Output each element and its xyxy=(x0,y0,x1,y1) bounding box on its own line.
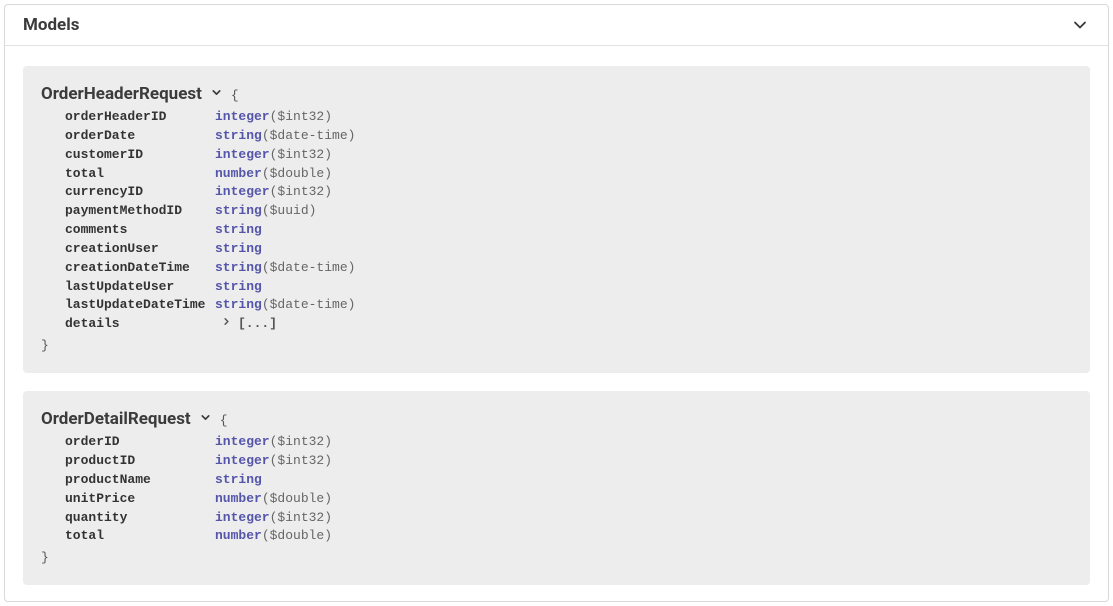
property-format: ($double) xyxy=(262,166,332,181)
property-type: string xyxy=(215,260,262,275)
close-brace: } xyxy=(41,546,1072,565)
property-row: creationDateTimestring($date-time) xyxy=(65,259,1072,278)
property-type: string xyxy=(215,241,262,256)
property-type: integer xyxy=(215,510,270,525)
property-row: productIDinteger($int32) xyxy=(65,452,1072,471)
chevron-right-icon xyxy=(221,315,232,334)
property-name: unitPrice xyxy=(65,490,215,509)
property-name: paymentMethodID xyxy=(65,202,215,221)
property-format: ($uuid) xyxy=(262,203,317,218)
property-row: orderHeaderIDinteger($int32) xyxy=(65,108,1072,127)
property-row: unitPricenumber($double) xyxy=(65,490,1072,509)
property-name: total xyxy=(65,527,215,546)
property-row: lastUpdateUserstring xyxy=(65,278,1072,297)
model-properties: orderIDinteger($int32) productIDinteger(… xyxy=(41,429,1072,546)
property-type: string xyxy=(215,279,262,294)
property-row: details [...] xyxy=(65,315,1072,334)
property-row: paymentMethodIDstring($uuid) xyxy=(65,202,1072,221)
model-header-row[interactable]: OrderHeaderRequest { xyxy=(41,84,1072,104)
property-row: lastUpdateDateTimestring($date-time) xyxy=(65,296,1072,315)
property-name: orderID xyxy=(65,433,215,452)
property-row: quantityinteger($int32) xyxy=(65,509,1072,528)
property-name: quantity xyxy=(65,509,215,528)
chevron-down-icon xyxy=(210,86,223,99)
expand-label: [...] xyxy=(238,315,277,334)
property-type: string xyxy=(215,203,262,218)
property-type: string xyxy=(215,128,262,143)
property-format: ($int32) xyxy=(270,434,332,449)
property-type: string xyxy=(215,222,262,237)
property-format: ($int32) xyxy=(270,109,332,124)
property-type: number xyxy=(215,491,262,506)
property-format: ($int32) xyxy=(270,453,332,468)
property-name: currencyID xyxy=(65,183,215,202)
property-row: orderIDinteger($int32) xyxy=(65,433,1072,452)
property-format: ($int32) xyxy=(270,510,332,525)
property-row: creationUserstring xyxy=(65,240,1072,259)
model-name: OrderDetailRequest xyxy=(41,409,191,429)
property-row: customerIDinteger($int32) xyxy=(65,146,1072,165)
property-format: ($date-time) xyxy=(262,260,356,275)
models-panel: Models OrderHeaderRequest { orderHeaderI… xyxy=(4,4,1109,602)
property-type: number xyxy=(215,166,262,181)
chevron-down-icon xyxy=(1070,15,1090,35)
property-name: productID xyxy=(65,452,215,471)
property-row: commentsstring xyxy=(65,221,1072,240)
model-card: OrderDetailRequest { orderIDinteger($int… xyxy=(23,391,1090,585)
model-card: OrderHeaderRequest { orderHeaderIDintege… xyxy=(23,66,1090,373)
property-format: ($int32) xyxy=(270,184,332,199)
property-expand-toggle[interactable]: [...] xyxy=(215,315,277,334)
model-header-row[interactable]: OrderDetailRequest { xyxy=(41,409,1072,429)
property-type: integer xyxy=(215,184,270,199)
property-name: creationDateTime xyxy=(65,259,215,278)
models-panel-header[interactable]: Models xyxy=(5,5,1108,46)
property-row: productNamestring xyxy=(65,471,1072,490)
property-type: integer xyxy=(215,147,270,162)
property-format: ($date-time) xyxy=(262,128,356,143)
property-row: currencyIDinteger($int32) xyxy=(65,183,1072,202)
property-name: comments xyxy=(65,221,215,240)
property-type: integer xyxy=(215,453,270,468)
property-format: ($date-time) xyxy=(262,297,356,312)
property-name: details xyxy=(65,315,215,334)
model-properties: orderHeaderIDinteger($int32) orderDatest… xyxy=(41,104,1072,334)
property-name: total xyxy=(65,165,215,184)
property-name: lastUpdateUser xyxy=(65,278,215,297)
models-panel-title: Models xyxy=(23,15,79,35)
property-name: orderHeaderID xyxy=(65,108,215,127)
property-row: orderDatestring($date-time) xyxy=(65,127,1072,146)
property-type: number xyxy=(215,528,262,543)
property-type: integer xyxy=(215,434,270,449)
property-format: ($int32) xyxy=(270,147,332,162)
property-type: string xyxy=(215,297,262,312)
property-type: string xyxy=(215,472,262,487)
open-brace: { xyxy=(220,413,228,428)
property-row: totalnumber($double) xyxy=(65,165,1072,184)
chevron-down-icon xyxy=(199,411,212,424)
model-name: OrderHeaderRequest xyxy=(41,84,202,104)
property-name: lastUpdateDateTime xyxy=(65,296,215,315)
property-type: integer xyxy=(215,109,270,124)
property-format: ($double) xyxy=(262,491,332,506)
open-brace: { xyxy=(231,88,239,103)
property-name: creationUser xyxy=(65,240,215,259)
property-row: totalnumber($double) xyxy=(65,527,1072,546)
property-format: ($double) xyxy=(262,528,332,543)
property-name: customerID xyxy=(65,146,215,165)
property-name: orderDate xyxy=(65,127,215,146)
models-panel-body: OrderHeaderRequest { orderHeaderIDintege… xyxy=(5,46,1108,601)
close-brace: } xyxy=(41,334,1072,353)
property-name: productName xyxy=(65,471,215,490)
